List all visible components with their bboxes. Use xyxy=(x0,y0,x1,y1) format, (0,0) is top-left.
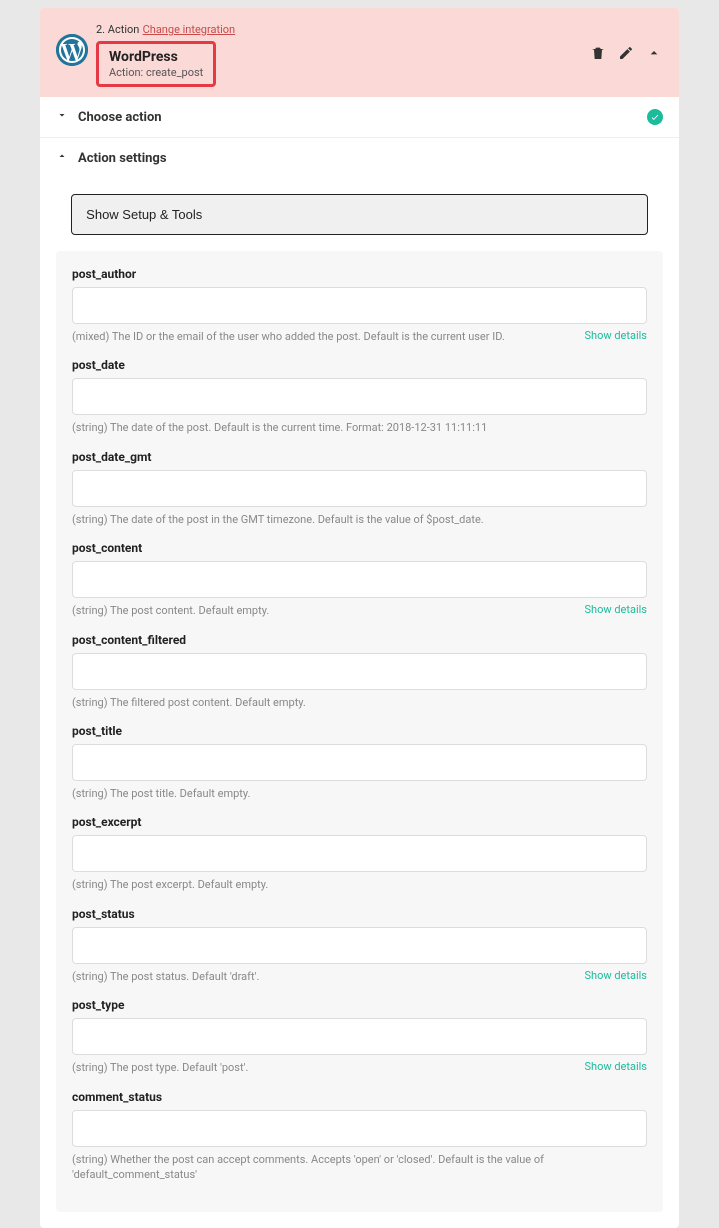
choose-action-section[interactable]: Choose action xyxy=(40,97,679,138)
field-post_excerpt: post_excerpt (string) The post excerpt. D… xyxy=(72,815,647,892)
field-description: (string) The post content. Default empty… xyxy=(72,603,574,618)
field-description: (string) Whether the post can accept com… xyxy=(72,1152,647,1183)
field-post_content: post_content (string) The post content. D… xyxy=(72,541,647,618)
show-details-link[interactable]: Show details xyxy=(584,1060,647,1073)
integration-subtitle: Action: create_post xyxy=(109,66,203,79)
comment_status-input[interactable] xyxy=(72,1110,647,1147)
field-description: (string) The post type. Default 'post'. xyxy=(72,1060,574,1075)
post_content-input[interactable] xyxy=(72,561,647,598)
show-details-link[interactable]: Show details xyxy=(584,329,647,342)
field-description: (string) The filtered post content. Defa… xyxy=(72,695,647,710)
field-post_date: post_date (string) The date of the post. … xyxy=(72,358,647,435)
fields-panel: post_author (mixed) The ID or the email o… xyxy=(56,251,663,1212)
field-label: post_content xyxy=(72,541,647,555)
post_title-input[interactable] xyxy=(72,744,647,781)
field-label: post_excerpt xyxy=(72,815,647,829)
choose-action-label: Choose action xyxy=(78,110,162,125)
chevron-up-icon[interactable] xyxy=(645,44,663,62)
change-integration-link[interactable]: Change integration xyxy=(143,23,236,36)
field-description: (string) The date of the post. Default i… xyxy=(72,420,647,435)
field-label: post_title xyxy=(72,724,647,738)
field-description: (string) The date of the post in the GMT… xyxy=(72,512,647,527)
field-label: post_date xyxy=(72,358,647,372)
field-description: (string) The post title. Default empty. xyxy=(72,786,647,801)
pencil-icon[interactable] xyxy=(617,44,635,62)
field-label: post_content_filtered xyxy=(72,633,647,647)
chevron-up-icon xyxy=(56,150,68,166)
step-label: 2. Action xyxy=(96,23,139,36)
integration-title-box: WordPress Action: create_post xyxy=(96,41,216,87)
wordpress-logo-icon xyxy=(56,34,88,66)
field-label: post_status xyxy=(72,907,647,921)
post_content_filtered-input[interactable] xyxy=(72,653,647,690)
field-label: post_date_gmt xyxy=(72,450,647,464)
field-label: post_author xyxy=(72,267,647,281)
show-setup-tools-button[interactable]: Show Setup & Tools xyxy=(71,194,648,235)
trash-icon[interactable] xyxy=(589,44,607,62)
show-details-link[interactable]: Show details xyxy=(584,969,647,982)
field-comment_status: comment_status (string) Whether the post … xyxy=(72,1090,647,1183)
action-header: 2. Action Change integration WordPress A… xyxy=(40,8,679,97)
action-settings-label: Action settings xyxy=(78,151,167,166)
field-post_type: post_type (string) The post type. Default… xyxy=(72,998,647,1075)
field-post_status: post_status (string) The post status. Def… xyxy=(72,907,647,984)
show-details-link[interactable]: Show details xyxy=(584,603,647,616)
field-description: (string) The post excerpt. Default empty… xyxy=(72,877,647,892)
field-post_title: post_title (string) The post title. Defau… xyxy=(72,724,647,801)
field-label: comment_status xyxy=(72,1090,647,1104)
field-post_author: post_author (mixed) The ID or the email o… xyxy=(72,267,647,344)
integration-title: WordPress xyxy=(109,49,203,65)
action-settings-section[interactable]: Action settings xyxy=(40,138,679,178)
post_date_gmt-input[interactable] xyxy=(72,470,647,507)
field-label: post_type xyxy=(72,998,647,1012)
check-icon xyxy=(647,109,663,125)
post_author-input[interactable] xyxy=(72,287,647,324)
field-post_content_filtered: post_content_filtered (string) The filter… xyxy=(72,633,647,710)
field-post_date_gmt: post_date_gmt (string) The date of the po… xyxy=(72,450,647,527)
field-description: (mixed) The ID or the email of the user … xyxy=(72,329,574,344)
chevron-down-icon xyxy=(56,109,68,125)
post_status-input[interactable] xyxy=(72,927,647,964)
field-description: (string) The post status. Default 'draft… xyxy=(72,969,574,984)
post_date-input[interactable] xyxy=(72,378,647,415)
post_excerpt-input[interactable] xyxy=(72,835,647,872)
